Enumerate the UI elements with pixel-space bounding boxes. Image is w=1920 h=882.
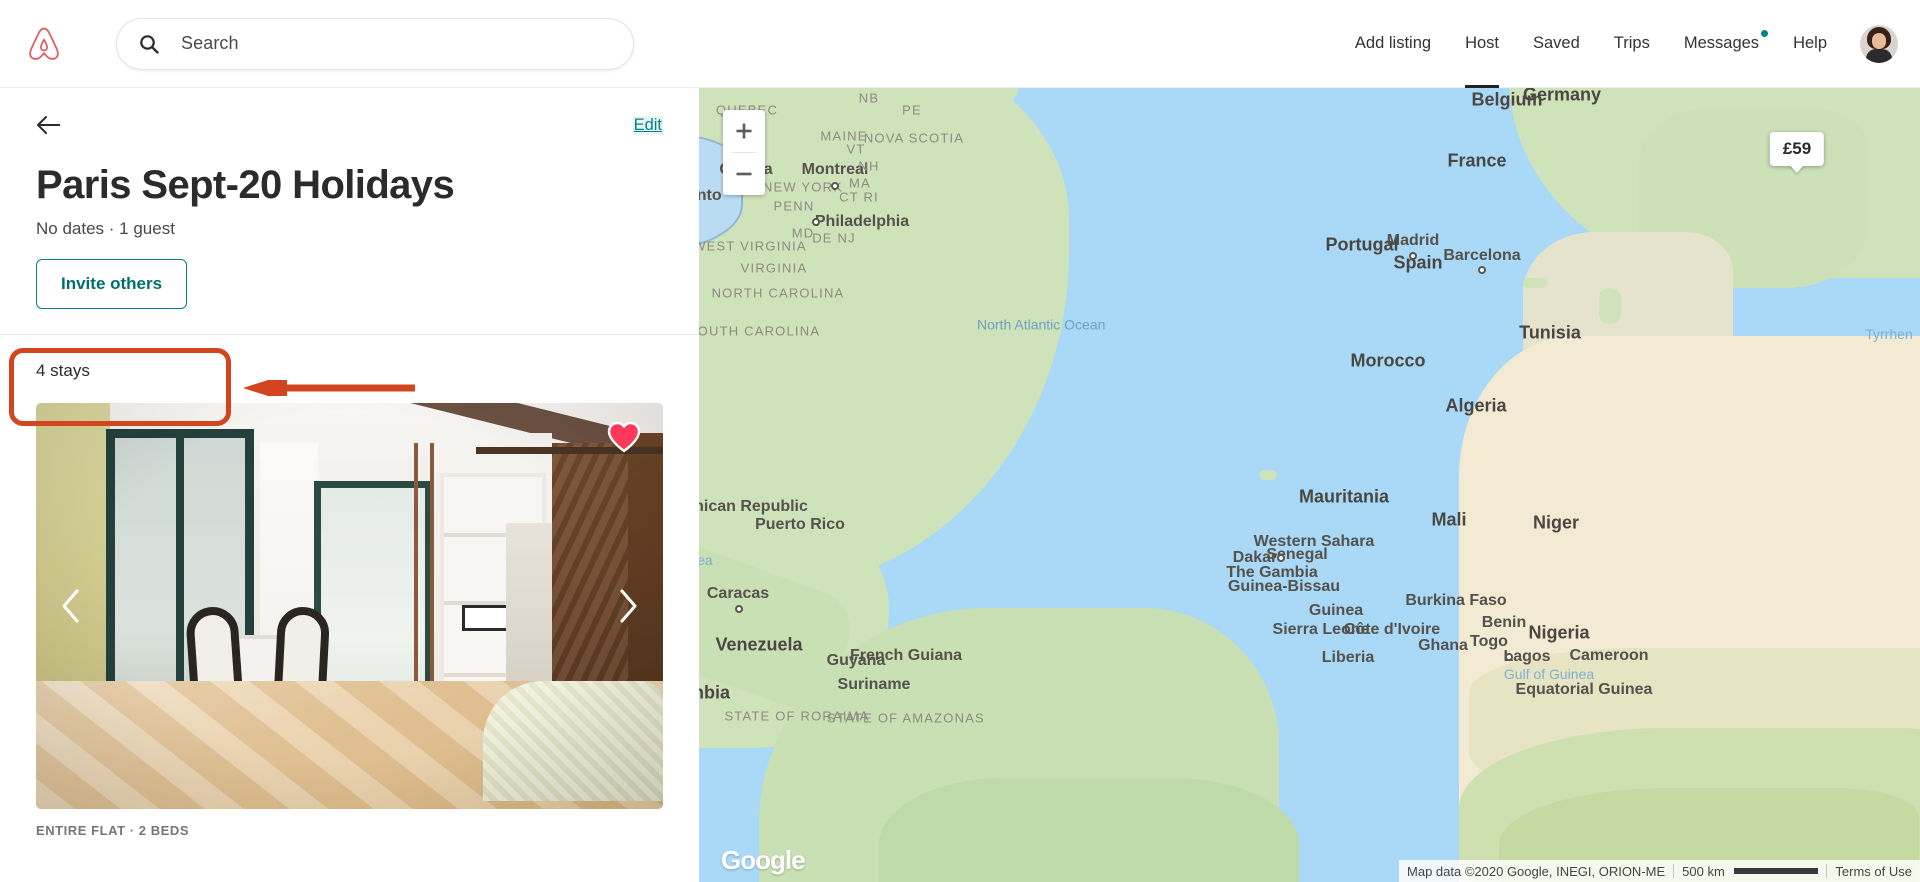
listing-card[interactable]: ENTIRE FLAT · 2 BEDS	[36, 402, 663, 838]
avatar-body	[1866, 48, 1892, 63]
avatar[interactable]	[1860, 24, 1898, 63]
nav-item-messages-label: Messages	[1683, 34, 1760, 52]
price-pin-59[interactable]: £59	[1769, 132, 1825, 173]
trip-detail-panel: Edit Paris Sept-20 Holidays No dates · 1…	[0, 88, 699, 882]
nav-item-saved[interactable]: Saved	[1516, 0, 1597, 88]
nav-item-trips[interactable]: Trips	[1597, 0, 1667, 88]
map-scale-label: 500 km	[1682, 863, 1725, 879]
island-balearic	[1523, 278, 1547, 288]
city-dot-dakar	[1277, 554, 1285, 562]
nav-item-messages[interactable]: Messages	[1667, 0, 1776, 88]
nav-item-help[interactable]: Help	[1776, 0, 1844, 88]
zoom-in-button[interactable]	[723, 110, 765, 152]
price-pin-label: £59	[1769, 132, 1825, 166]
top-header: Search Add listing Host Saved Trips Mess…	[0, 0, 1920, 88]
nav-item-host[interactable]: Host	[1448, 0, 1516, 88]
map-terms-link[interactable]: Terms of Use	[1827, 864, 1920, 879]
city-dot-barcelona	[1478, 266, 1486, 274]
nav-item-add-listing[interactable]: Add listing	[1338, 0, 1448, 88]
landmass-brazil	[879, 778, 1299, 882]
city-dot-madrid	[1409, 252, 1417, 260]
city-dot-philadelphia	[812, 218, 820, 226]
airbnb-logo-icon[interactable]	[26, 25, 62, 63]
city-dot-caracas	[735, 605, 743, 613]
edit-link[interactable]: Edit	[632, 116, 663, 135]
avatar-face	[1872, 32, 1886, 49]
zoom-out-button[interactable]	[723, 153, 765, 195]
panel-header: Edit Paris Sept-20 Holidays No dates · 1…	[0, 88, 699, 321]
map-panel[interactable]: QUEBECNBPEMAINENOVA SCOTIAOttawaMontreal…	[699, 88, 1920, 882]
map-scale: 500 km	[1674, 864, 1826, 879]
trip-subtitle: No dates · 1 guest	[36, 218, 175, 238]
city-dot-lagos	[1505, 653, 1513, 661]
search-placeholder: Search	[181, 33, 239, 53]
search-input[interactable]: Search	[116, 17, 634, 70]
search-icon	[139, 34, 159, 54]
island-puerto-rico	[785, 522, 811, 534]
island-sardinia	[1599, 288, 1621, 324]
price-pin-tail	[1789, 164, 1805, 173]
stays-count-label: 4 stays	[36, 360, 90, 380]
invite-others-wrap: Invite others	[36, 258, 663, 321]
map-scale-bar	[1734, 867, 1819, 874]
chevron-left-icon[interactable]	[54, 584, 88, 628]
messages-unread-badge	[1761, 29, 1769, 37]
photo-layer-vignette	[36, 402, 663, 809]
back-arrow-icon[interactable]	[36, 116, 62, 140]
page-title: Paris Sept-20 Holidays	[36, 163, 455, 207]
primary-nav: Add listing Host Saved Trips Messages He…	[1338, 0, 1898, 88]
listing-photo[interactable]	[36, 402, 663, 809]
city-dot-montreal	[831, 182, 839, 190]
map-zoom-controls	[723, 110, 765, 195]
chevron-right-icon[interactable]	[611, 584, 645, 628]
google-watermark: Google	[721, 845, 806, 875]
heart-icon[interactable]	[607, 421, 641, 455]
map-attribution-text: Map data ©2020 Google, INEGI, ORION-ME	[1407, 863, 1666, 879]
island-canaries	[1259, 470, 1277, 480]
listing-meta: ENTIRE FLAT · 2 BEDS	[36, 822, 190, 838]
annotation-arrow	[243, 380, 415, 396]
map-attribution-bar: Map data ©2020 Google, INEGI, ORION-ME 5…	[1399, 860, 1920, 882]
invite-others-button[interactable]: Invite others	[36, 258, 188, 309]
